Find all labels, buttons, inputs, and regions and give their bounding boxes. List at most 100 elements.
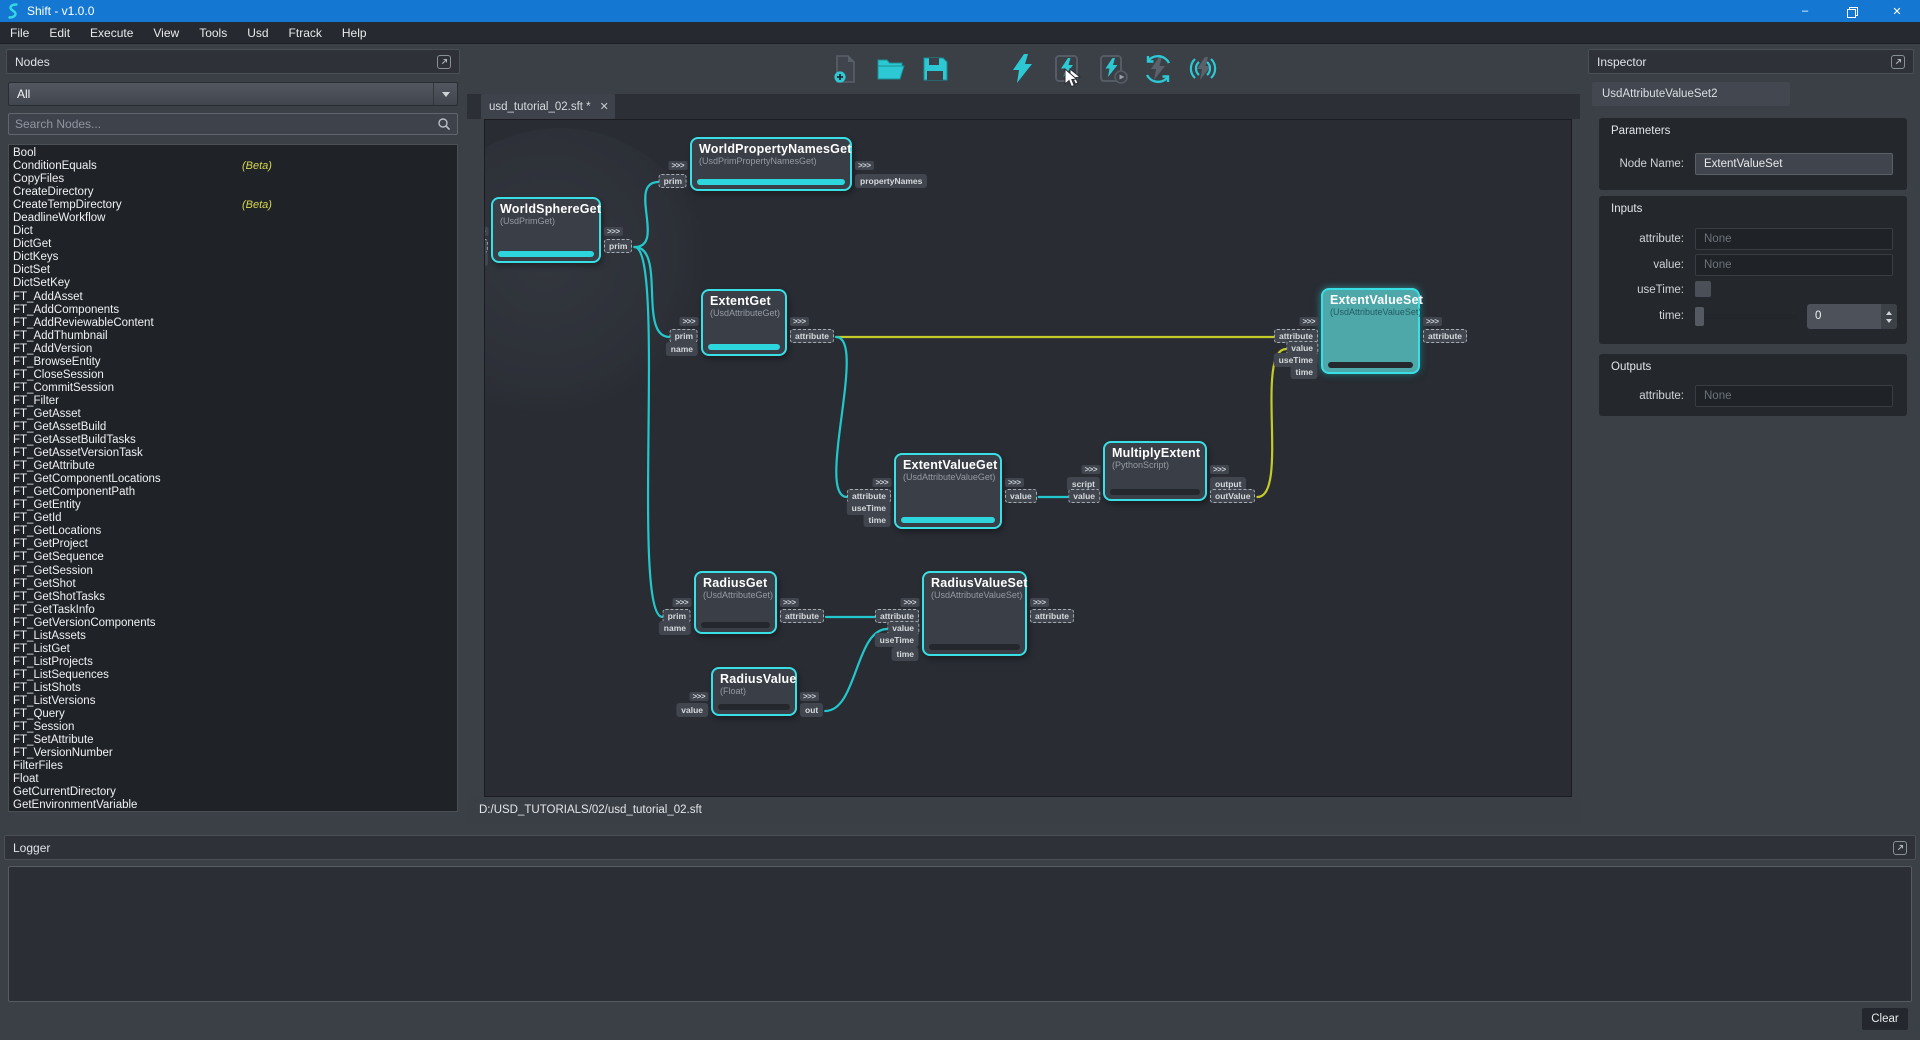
port-outValue[interactable]: outValue xyxy=(1210,489,1255,503)
node-list-item[interactable]: FT_AddAsset xyxy=(13,291,457,304)
node-list-item[interactable]: Bool xyxy=(13,147,457,160)
usetime-checkbox[interactable] xyxy=(1695,281,1711,297)
time-slider-track[interactable] xyxy=(1699,314,1797,319)
graph-node-ExtentGet[interactable]: ExtentGet(UsdAttributeGet) xyxy=(701,289,787,356)
node-list-item[interactable]: FT_GetProject xyxy=(13,538,457,551)
port-attribute[interactable]: attribute xyxy=(790,329,834,343)
node-name-field[interactable]: ExtentValueSet xyxy=(1695,153,1893,175)
port-propertyNames[interactable]: propertyNames xyxy=(855,174,927,188)
port-stage[interactable]: stage xyxy=(484,239,488,253)
clear-logger-button[interactable]: Clear xyxy=(1862,1008,1908,1030)
node-list-item[interactable]: FT_ListVersions xyxy=(13,695,457,708)
menu-help[interactable]: Help xyxy=(332,22,377,44)
minimize-button[interactable]: – xyxy=(1782,0,1828,22)
port-name[interactable]: name xyxy=(666,342,698,356)
port-out[interactable]: out xyxy=(800,703,823,717)
node-list-item[interactable]: FT_GetId xyxy=(13,512,457,525)
node-list-item[interactable]: FT_Query xyxy=(13,708,457,721)
undock-icon[interactable] xyxy=(1893,841,1907,855)
menu-edit[interactable]: Edit xyxy=(39,22,80,44)
menu-file[interactable]: File xyxy=(0,22,39,44)
graph-node-WorldSphereGet[interactable]: WorldSphereGet(UsdPrimGet) xyxy=(491,197,601,263)
node-list-item[interactable]: DictKeys xyxy=(13,251,457,264)
soft-execute-icon[interactable] xyxy=(1142,53,1174,85)
execute-up-to-icon[interactable] xyxy=(1097,53,1129,85)
port-value[interactable]: value xyxy=(1068,489,1100,503)
node-graph-canvas[interactable]: WorldSphereGet(UsdPrimGet)>>>>>>stagepat… xyxy=(484,119,1572,797)
node-list-item[interactable]: FT_GetShotTasks xyxy=(13,591,457,604)
node-category-dropdown[interactable]: All xyxy=(8,82,458,106)
node-list-item[interactable]: FT_AddComponents xyxy=(13,304,457,317)
menu-usd[interactable]: Usd xyxy=(237,22,278,44)
execute-icon[interactable] xyxy=(1007,53,1039,85)
menu-execute[interactable]: Execute xyxy=(80,22,143,44)
node-list-item[interactable]: FT_GetComponentLocations xyxy=(13,473,457,486)
node-list-item[interactable]: DictGet xyxy=(13,238,457,251)
logger-output[interactable] xyxy=(8,866,1912,1002)
wire[interactable] xyxy=(634,182,658,247)
node-list-item[interactable]: FT_Session xyxy=(13,721,457,734)
value-input-field[interactable]: None xyxy=(1695,254,1893,276)
node-list-item[interactable]: FT_GetLocations xyxy=(13,525,457,538)
graph-node-MultiplyExtent[interactable]: MultiplyExtent(PythonScript) xyxy=(1103,441,1207,501)
node-list-item[interactable]: FT_GetComponentPath xyxy=(13,486,457,499)
undock-icon[interactable] xyxy=(1891,55,1905,69)
node-list-item[interactable]: FT_VersionNumber xyxy=(13,747,457,760)
time-slider-handle[interactable] xyxy=(1695,307,1704,326)
search-nodes-input[interactable]: Search Nodes... xyxy=(8,113,458,135)
graph-node-RadiusValue[interactable]: RadiusValue(Float) xyxy=(711,667,797,716)
port-prim[interactable]: prim xyxy=(670,329,698,343)
maximize-button[interactable] xyxy=(1828,0,1874,22)
node-list-item[interactable]: FT_GetAssetBuild xyxy=(13,421,457,434)
node-list-item[interactable]: FT_GetTaskInfo xyxy=(13,604,457,617)
node-list-item[interactable]: FT_ListSequences xyxy=(13,669,457,682)
save-file-icon[interactable] xyxy=(919,53,951,85)
graph-node-ExtentValueSet[interactable]: ExtentValueSet(UsdAttributeValueSet) xyxy=(1321,288,1420,374)
node-list-item[interactable]: GetCurrentDirectory xyxy=(13,786,457,799)
node-list-item[interactable]: CopyFiles xyxy=(13,173,457,186)
attribute-input-field[interactable]: None xyxy=(1695,228,1893,250)
node-list-item[interactable]: FT_CloseSession xyxy=(13,369,457,382)
graph-node-RadiusGet[interactable]: RadiusGet(UsdAttributeGet) xyxy=(694,571,777,634)
node-list-item[interactable]: FT_ListGet xyxy=(13,643,457,656)
inspector-node-tab[interactable]: UsdAttributeValueSet2 xyxy=(1592,82,1790,106)
menu-view[interactable]: View xyxy=(143,22,189,44)
node-list-item[interactable]: FT_GetShot xyxy=(13,578,457,591)
node-list-item[interactable]: CreateTempDirectory(Beta) xyxy=(13,199,457,212)
node-list-item[interactable]: FT_AddVersion xyxy=(13,343,457,356)
port-attribute[interactable]: attribute xyxy=(1423,329,1467,343)
node-list-item[interactable]: FT_ListAssets xyxy=(13,630,457,643)
port-prim[interactable]: prim xyxy=(659,174,687,188)
node-list-item[interactable]: FT_CommitSession xyxy=(13,382,457,395)
port-time[interactable]: time xyxy=(892,647,919,661)
tab-close-icon[interactable]: ✕ xyxy=(600,100,609,113)
node-list-item[interactable]: FT_AddReviewableContent xyxy=(13,317,457,330)
node-list-item[interactable]: FT_GetSequence xyxy=(13,551,457,564)
node-list-item[interactable]: FT_GetAsset xyxy=(13,408,457,421)
live-execute-icon[interactable] xyxy=(1187,53,1219,85)
node-list-item[interactable]: FT_GetEntity xyxy=(13,499,457,512)
node-list-item[interactable]: FT_GetSession xyxy=(13,565,457,578)
node-list-item[interactable]: Dict xyxy=(13,225,457,238)
new-file-icon[interactable] xyxy=(829,53,861,85)
graph-node-RadiusValueSet[interactable]: RadiusValueSet(UsdAttributeValueSet) xyxy=(922,571,1027,656)
node-list-item[interactable]: GetEnvironmentVariable xyxy=(13,799,457,812)
graph-node-ExtentValueGet[interactable]: ExtentValueGet(UsdAttributeValueGet) xyxy=(894,453,1002,529)
time-spinbox[interactable]: 0 xyxy=(1807,304,1897,329)
node-list-item[interactable]: Float xyxy=(13,773,457,786)
port-useTime[interactable]: useTime xyxy=(875,633,919,647)
menu-tools[interactable]: Tools xyxy=(189,22,237,44)
wire[interactable] xyxy=(1257,349,1286,497)
node-list-item[interactable]: FT_BrowseEntity xyxy=(13,356,457,369)
node-list-item[interactable]: DictSetKey xyxy=(13,277,457,290)
node-list-item[interactable]: ConditionEquals(Beta) xyxy=(13,160,457,173)
menu-ftrack[interactable]: Ftrack xyxy=(279,22,332,44)
port-path[interactable]: path xyxy=(484,252,488,266)
port-name[interactable]: name xyxy=(659,621,691,635)
node-list-item[interactable]: FT_GetAssetBuildTasks xyxy=(13,434,457,447)
port-attribute[interactable]: attribute xyxy=(780,609,824,623)
attribute-output-field[interactable]: None xyxy=(1695,385,1893,407)
node-list-item[interactable]: FT_GetAttribute xyxy=(13,460,457,473)
port-value[interactable]: value xyxy=(1005,489,1037,503)
undock-icon[interactable] xyxy=(437,55,451,69)
